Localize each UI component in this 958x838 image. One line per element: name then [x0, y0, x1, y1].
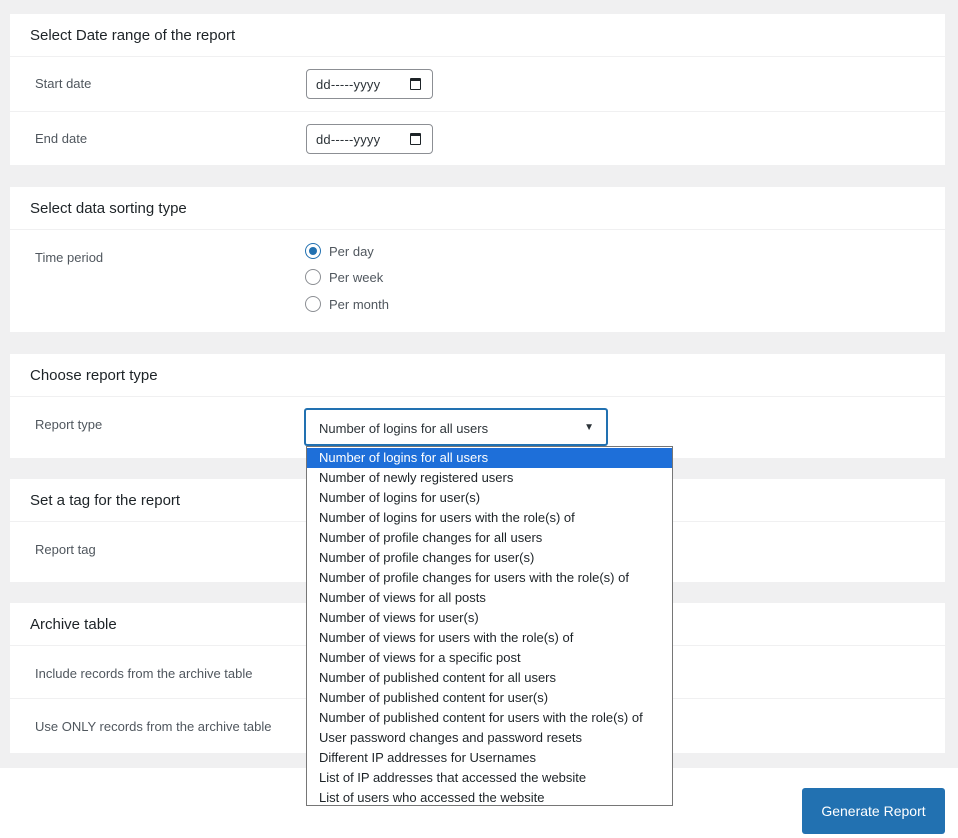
sorting-title: Select data sorting type — [10, 187, 945, 230]
radio-per-month[interactable]: Per month — [305, 296, 389, 312]
radio-label: Per day — [329, 243, 374, 259]
end-date-input[interactable]: dd-----yyyy — [306, 124, 433, 154]
dropdown-option[interactable]: Number of views for a specific post — [307, 648, 672, 668]
dropdown-option[interactable]: List of users who accessed the website — [307, 788, 672, 808]
dropdown-option[interactable]: Number of logins for user(s) — [307, 488, 672, 508]
date-range-panel: Select Date range of the report Start da… — [10, 14, 945, 165]
radio-label: Per month — [329, 296, 389, 312]
radio-per-week[interactable]: Per week — [305, 269, 383, 285]
start-date-value: dd-----yyyy — [316, 77, 381, 92]
generate-report-button[interactable]: Generate Report — [802, 788, 945, 834]
report-type-selected: Number of logins for all users — [319, 421, 489, 436]
dropdown-option[interactable]: Number of profile changes for user(s) — [307, 548, 672, 568]
report-type-label: Report type — [35, 417, 103, 432]
end-date-label: End date — [35, 131, 88, 146]
dropdown-option[interactable]: Number of published content for users wi… — [307, 708, 672, 728]
time-period-label: Time period — [35, 250, 104, 265]
calendar-icon[interactable] — [410, 133, 421, 145]
dropdown-option[interactable]: List of IP addresses that accessed the w… — [307, 768, 672, 788]
report-type-dropdown[interactable]: Number of logins for all users Number of… — [306, 446, 673, 806]
report-type-panel: Choose report type Report type Number of… — [10, 354, 945, 458]
time-period-row: Time period Per day Per week Per month — [10, 230, 945, 332]
start-date-row: Start date dd-----yyyy — [10, 57, 945, 112]
start-date-input[interactable]: dd-----yyyy — [306, 69, 433, 99]
radio-label: Per week — [329, 269, 384, 285]
end-date-row: End date dd-----yyyy — [10, 112, 945, 165]
dropdown-option[interactable]: Number of newly registered users — [307, 468, 672, 488]
date-range-title: Select Date range of the report — [10, 14, 945, 57]
calendar-icon[interactable] — [410, 78, 421, 90]
dropdown-option[interactable]: User password changes and password reset… — [307, 728, 672, 748]
dropdown-option[interactable]: Number of views for users with the role(… — [307, 628, 672, 648]
include-archive-label: Include records from the archive table — [35, 666, 253, 681]
dropdown-option[interactable]: Number of profile changes for users with… — [307, 568, 672, 588]
only-archive-label: Use ONLY records from the archive table — [35, 719, 272, 734]
report-type-title: Choose report type — [10, 354, 945, 397]
dropdown-option[interactable]: Number of logins for users with the role… — [307, 508, 672, 528]
dropdown-option[interactable]: Number of views for all posts — [307, 588, 672, 608]
start-date-label: Start date — [35, 76, 92, 91]
dropdown-option[interactable]: Number of published content for user(s) — [307, 688, 672, 708]
radio-circle[interactable] — [305, 269, 321, 285]
report-type-select[interactable]: Number of logins for all users ▼ — [305, 409, 607, 445]
sorting-panel: Select data sorting type Time period Per… — [10, 187, 945, 332]
dropdown-option[interactable]: Number of profile changes for all users — [307, 528, 672, 548]
dropdown-option[interactable]: Different IP addresses for Usernames — [307, 748, 672, 768]
radio-circle[interactable] — [305, 296, 321, 312]
report-tag-label: Report tag — [35, 542, 96, 557]
radio-circle-checked[interactable] — [305, 243, 321, 259]
dropdown-option[interactable]: Number of views for user(s) — [307, 608, 672, 628]
dropdown-option[interactable]: Number of published content for all user… — [307, 668, 672, 688]
radio-per-day[interactable]: Per day — [305, 243, 374, 259]
dropdown-option[interactable]: Number of logins for all users — [307, 448, 672, 468]
end-date-value: dd-----yyyy — [316, 132, 381, 147]
chevron-down-icon[interactable]: ▼ — [584, 422, 594, 433]
